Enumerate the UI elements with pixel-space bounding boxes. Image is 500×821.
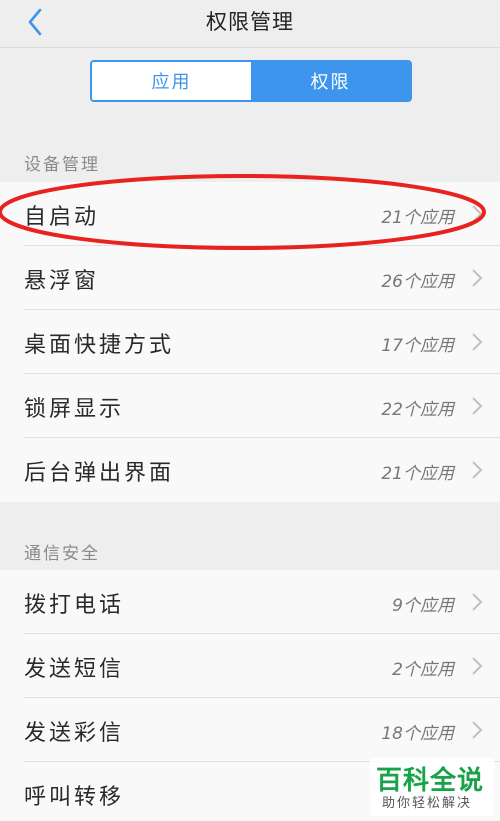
section-label-device-management: 设备管理	[24, 155, 100, 175]
app-count: 9个应用	[392, 596, 454, 616]
watermark-subtitle: 助你轻松解决	[382, 796, 473, 811]
list-item-desktop-shortcut[interactable]: 桌面快捷方式 17个应用	[0, 310, 500, 374]
chevron-right-icon	[472, 721, 483, 739]
tab-apps[interactable]: 应用	[92, 62, 251, 100]
list-item-auto-start[interactable]: 自启动 21个应用	[0, 182, 500, 246]
app-count: 22个应用	[381, 400, 454, 420]
segmented-control: 应用 权限	[90, 60, 412, 102]
section-label-communication-security: 通信安全	[24, 544, 100, 564]
list-item-make-call[interactable]: 拨打电话 9个应用	[0, 570, 500, 634]
list-item-label: 桌面快捷方式	[24, 333, 175, 358]
device-management-list: 自启动 21个应用 悬浮窗 26个应用 桌面快捷方式 17个应用 锁屏显示 22…	[0, 182, 500, 502]
list-item-send-mms[interactable]: 发送彩信 18个应用	[0, 698, 500, 762]
tab-permissions[interactable]: 权限	[251, 62, 410, 100]
list-item-label: 后台弹出界面	[24, 461, 175, 486]
list-item-lock-screen-display[interactable]: 锁屏显示 22个应用	[0, 374, 500, 438]
chevron-right-icon	[472, 333, 483, 351]
top-bar: 权限管理	[0, 0, 500, 48]
list-item-label: 悬浮窗	[24, 269, 100, 294]
page-title: 权限管理	[206, 10, 294, 34]
list-item-send-sms[interactable]: 发送短信 2个应用	[0, 634, 500, 698]
watermark-logo: 百科全说 助你轻松解决	[370, 758, 494, 816]
app-count: 17个应用	[381, 336, 454, 356]
list-item-label: 发送短信	[24, 657, 125, 682]
chevron-right-icon	[472, 269, 483, 287]
list-item-label: 拨打电话	[24, 593, 125, 618]
list-item-label: 锁屏显示	[24, 397, 125, 422]
list-item-label: 发送彩信	[24, 721, 125, 746]
list-item-floating-window[interactable]: 悬浮窗 26个应用	[0, 246, 500, 310]
app-count: 2个应用	[392, 660, 454, 680]
app-count: 18个应用	[381, 724, 454, 744]
chevron-right-icon	[472, 657, 483, 675]
app-count: 21个应用	[381, 208, 454, 228]
list-item-label: 呼叫转移	[24, 785, 125, 810]
chevron-right-icon	[472, 397, 483, 415]
list-item-label: 自启动	[24, 205, 100, 230]
chevron-right-icon	[472, 205, 483, 223]
chevron-right-icon	[472, 461, 483, 479]
list-item-background-popup[interactable]: 后台弹出界面 21个应用	[0, 438, 500, 502]
app-count: 21个应用	[381, 464, 454, 484]
app-count: 26个应用	[381, 272, 454, 292]
chevron-right-icon	[472, 593, 483, 611]
